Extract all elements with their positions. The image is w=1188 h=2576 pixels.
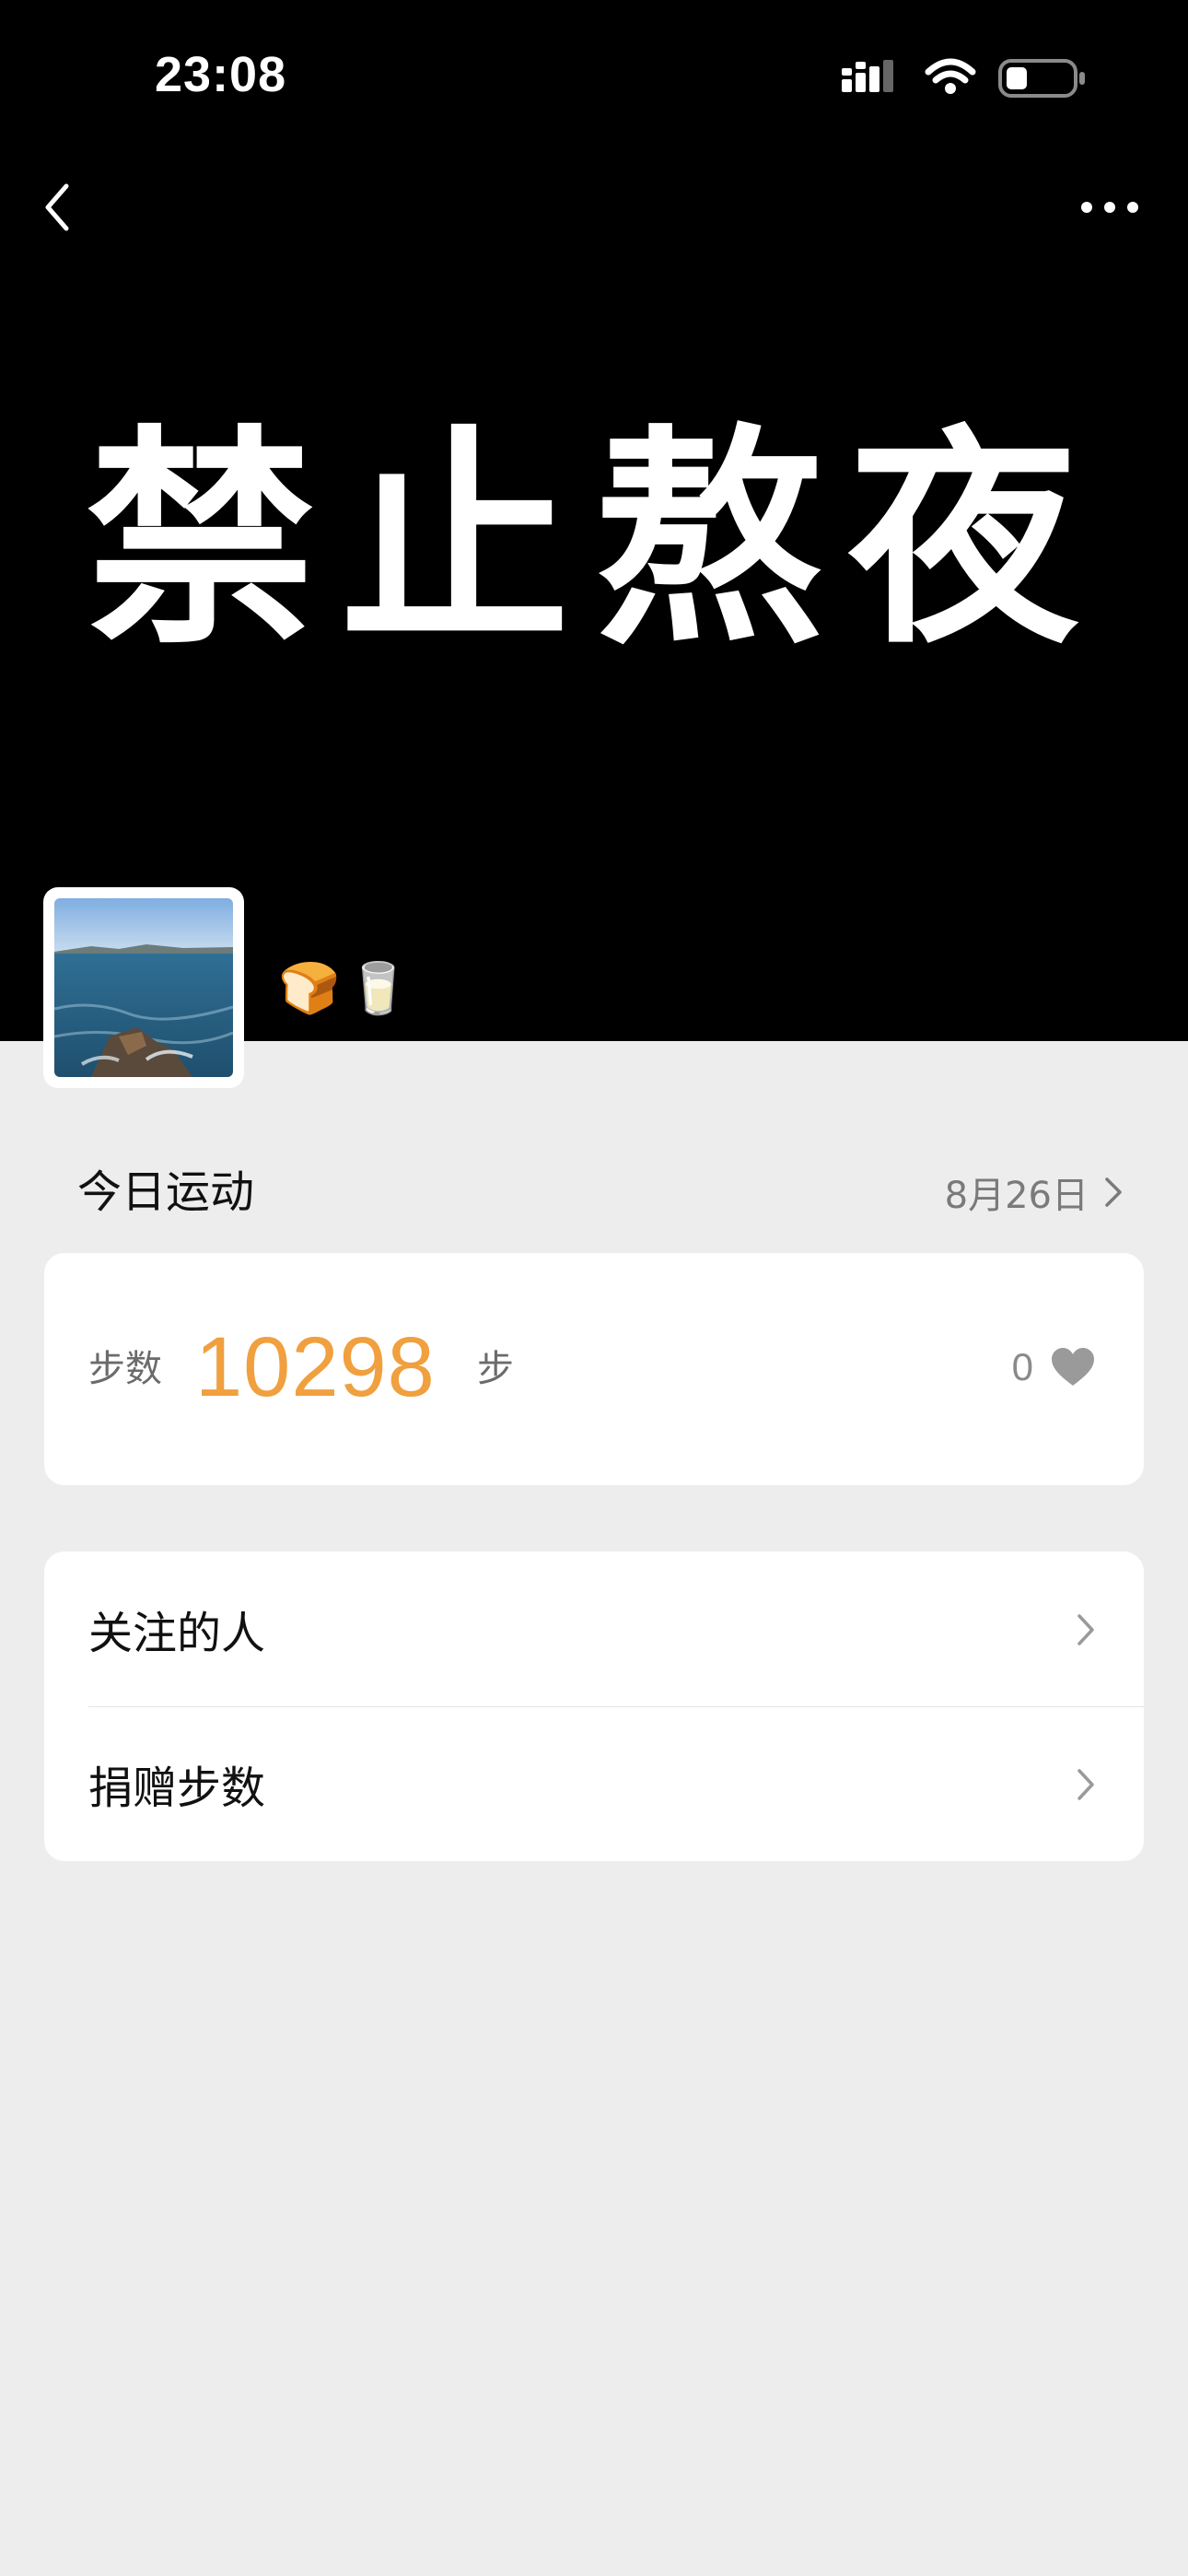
status-time: 23:08 (155, 47, 287, 102)
more-button[interactable] (1077, 189, 1142, 226)
steps-unit: 步 (477, 1348, 514, 1390)
date-label: 8月26日 (944, 1175, 1089, 1217)
heart-icon (1052, 1348, 1094, 1386)
ocean-photo-avatar (54, 898, 233, 1077)
screen: 23:08 禁止熬夜 🍞🥛 今日运动 8月26日 步数 10298 步 0 关注… (0, 0, 1188, 2576)
chevron-right-icon (1077, 1614, 1094, 1645)
list-item-donate-steps[interactable]: 捐赠步数 (44, 1706, 1144, 1861)
chevron-right-icon (1077, 1769, 1094, 1800)
section-title-today: 今日运动 (77, 1166, 255, 1218)
avatar[interactable] (43, 887, 244, 1088)
signal-icon (842, 60, 893, 92)
cover-header[interactable]: 23:08 禁止熬夜 🍞🥛 (0, 0, 1188, 1088)
list-item-following[interactable]: 关注的人 (44, 1551, 1144, 1706)
status-emoji: 🍞🥛 (278, 959, 417, 1017)
date-selector[interactable]: 8月26日 (945, 1163, 1125, 1222)
like-button[interactable]: 0 (1012, 1340, 1096, 1395)
cover-image: 禁止熬夜 (0, 387, 1188, 691)
signal-wifi-battery-icons (842, 58, 1085, 98)
menu-list: 关注的人 捐赠步数 (44, 1551, 1144, 1861)
steps-card[interactable]: 步数 10298 步 0 (44, 1253, 1144, 1485)
battery-icon (998, 59, 1085, 98)
chevron-left-icon (45, 183, 69, 231)
status-bar: 23:08 (0, 0, 1188, 157)
list-item-label: 关注的人 (88, 1608, 266, 1659)
cover-text: 禁止熬夜 (86, 404, 1102, 674)
wifi-icon (925, 58, 976, 84)
more-horizontal-icon (1081, 202, 1138, 213)
chevron-right-icon (1105, 1177, 1122, 1207)
likes-count: 0 (1011, 1345, 1033, 1388)
steps-label: 步数 (88, 1348, 162, 1390)
status-icons (838, 53, 1096, 109)
back-button[interactable] (37, 175, 92, 240)
steps-value: 10298 (195, 1320, 436, 1414)
list-item-label: 捐赠步数 (88, 1762, 266, 1814)
